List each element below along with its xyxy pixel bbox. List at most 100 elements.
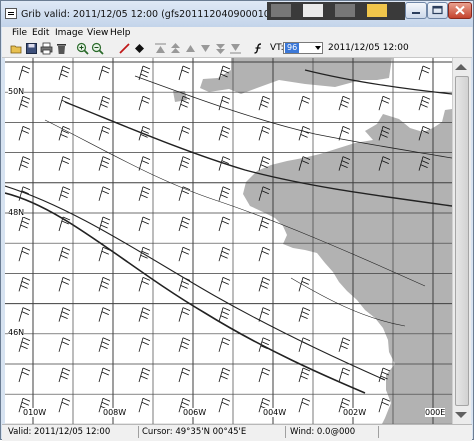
wind-barb [18, 246, 31, 262]
close-button[interactable] [448, 2, 472, 19]
lon-label-002w: 002W [343, 408, 367, 417]
trash-can-icon [57, 44, 66, 54]
menu-file[interactable]: File [12, 28, 27, 38]
zoom-in-icon [76, 42, 89, 55]
minimize-button[interactable] [405, 2, 427, 19]
map-view[interactable]: 50N 48N 46N 010W 008W 006W 004W 002W 000… [5, 58, 452, 424]
first-frame-button[interactable] [154, 42, 167, 55]
previous-frame-button[interactable] [184, 42, 197, 55]
status-bar: Valid: 2011/12/05 12:00 Cursor: 49°35'N … [2, 424, 472, 441]
lat-label-48n: 48N [8, 208, 25, 217]
wind-barb [98, 367, 111, 383]
zoom-out-button[interactable] [91, 42, 104, 55]
wind-barb [178, 277, 191, 292]
menu-image[interactable]: Image [55, 28, 83, 38]
menu-edit[interactable]: Edit [32, 28, 49, 38]
wind-barb [298, 397, 311, 413]
first-frame-icon [155, 43, 166, 53]
vt-selected-value: 96 [285, 43, 300, 53]
wind-barb [258, 277, 271, 292]
wind-barb [218, 216, 231, 232]
title-bar[interactable]: Grib valid: 2011/12/05 12:00 (gfs2011120… [1, 1, 473, 27]
wind-barb [218, 126, 231, 141]
wind-barb [18, 307, 31, 322]
scroll-up-icon[interactable] [455, 64, 467, 70]
status-valid: Valid: 2011/12/05 12:00 [8, 427, 111, 437]
wind-barb [18, 65, 31, 81]
folder-open-icon [10, 45, 22, 54]
wind-barb [338, 126, 351, 141]
maximize-button[interactable] [427, 2, 448, 19]
scroll-thumb[interactable] [455, 76, 469, 406]
delete-button[interactable] [55, 42, 68, 55]
wind-barb [218, 367, 231, 383]
vt-datetime: 2011/12/05 12:00 [328, 43, 409, 53]
last-frame-button[interactable] [229, 42, 242, 55]
wind-barb [98, 277, 111, 292]
wind-barb [338, 367, 351, 383]
last-frame-icon [230, 44, 241, 54]
lon-label-010w: 010W [23, 408, 47, 417]
wind-barb [138, 186, 151, 201]
printer-icon [40, 42, 53, 55]
waypoint-button[interactable] [133, 42, 146, 55]
wind-barb [18, 126, 31, 141]
wind-barb [218, 277, 231, 292]
wind-barb [138, 216, 151, 232]
wind-barb [258, 307, 271, 322]
app-window: Grib valid: 2011/12/05 12:00 (gfs2011120… [0, 0, 474, 441]
background-window-strip [267, 2, 405, 20]
wind-barb [178, 156, 191, 171]
wind-barb [178, 216, 191, 232]
land-france [243, 109, 452, 424]
vertical-scrollbar[interactable] [452, 58, 471, 424]
save-button[interactable] [25, 42, 38, 55]
lon-label-006w: 006W [183, 408, 207, 417]
wind-barb [18, 156, 31, 171]
menu-bar: File Edit Image View Help [2, 27, 472, 41]
draw-line-button[interactable] [118, 42, 131, 55]
zoom-in-button[interactable] [76, 42, 89, 55]
lon-label-008w: 008W [103, 408, 127, 417]
wind-barb [298, 307, 311, 322]
lat-label-50n: 50N [8, 87, 25, 96]
wind-barb [258, 246, 271, 262]
next-day-button[interactable] [214, 42, 227, 55]
vt-select[interactable]: 96 [283, 42, 323, 54]
down-triangle-icon [201, 45, 210, 52]
wind-barb [18, 337, 31, 352]
window-title: Grib valid: 2011/12/05 12:00 (gfs2011120… [21, 9, 305, 20]
wind-barb [218, 186, 231, 201]
diamond-icon [135, 44, 144, 53]
wind-barb [218, 307, 231, 322]
wind-barb [178, 246, 191, 262]
double-up-icon [171, 43, 180, 53]
wind-barb [298, 126, 311, 141]
menu-view[interactable]: View [87, 28, 108, 38]
wind-barb [98, 65, 111, 81]
open-button[interactable] [10, 42, 23, 55]
wind-barb [58, 307, 71, 322]
function-button[interactable] [252, 42, 265, 55]
scroll-down-icon[interactable] [455, 412, 467, 418]
wind-barb [218, 246, 231, 262]
wind-barb [98, 186, 111, 201]
menu-help[interactable]: Help [110, 28, 131, 38]
wind-barb [178, 367, 191, 383]
toolbar: VT: 96 2011/12/05 12:00 [2, 41, 472, 58]
chevron-down-icon [315, 46, 321, 50]
wind-barb [338, 95, 351, 111]
wind-barb [18, 95, 31, 111]
wind-barb [178, 337, 191, 352]
function-icon [254, 43, 262, 54]
previous-day-button[interactable] [169, 42, 182, 55]
wind-barb [58, 126, 71, 141]
wind-barb [58, 246, 71, 262]
wind-barb [138, 95, 151, 111]
wind-barb [58, 397, 71, 413]
next-frame-button[interactable] [199, 42, 212, 55]
wind-barb [138, 367, 151, 383]
print-button[interactable] [40, 42, 53, 55]
maximize-icon [432, 5, 443, 15]
wind-chart-map [5, 58, 452, 424]
